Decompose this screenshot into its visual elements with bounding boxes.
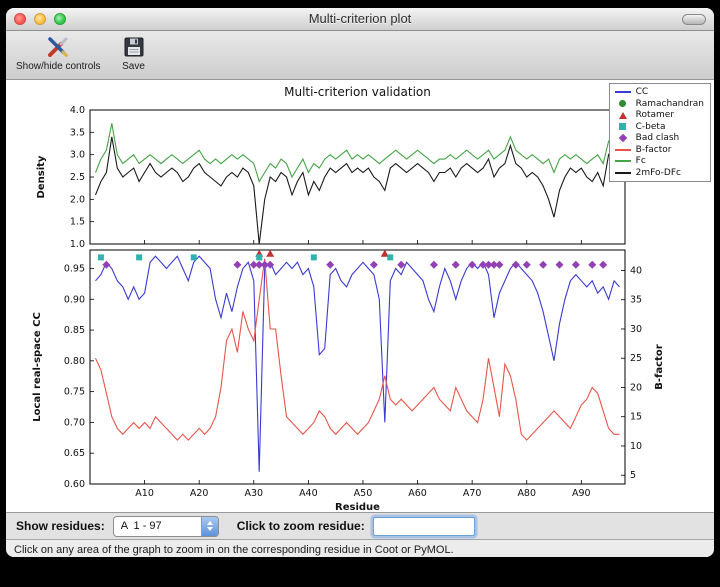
svg-text:Multi-criterion validation: Multi-criterion validation	[284, 85, 431, 99]
svg-text:2.0: 2.0	[70, 194, 85, 205]
svg-text:A80: A80	[517, 488, 536, 499]
crossed-tools-icon	[45, 34, 71, 60]
svg-text:Residue: Residue	[335, 502, 380, 512]
legend-item-cc: CC	[614, 87, 704, 98]
legend-label: Rotamer	[636, 110, 674, 120]
legend-marker-cell	[614, 100, 632, 107]
cc-line-icon	[615, 91, 631, 93]
stepper-arrows-icon	[201, 517, 218, 536]
svg-text:0.95: 0.95	[64, 263, 85, 274]
svg-text:35: 35	[630, 295, 642, 306]
svg-text:A10: A10	[135, 488, 154, 499]
svg-text:A40: A40	[299, 488, 318, 499]
legend-label: CC	[636, 87, 649, 97]
legend-item-rotamer: Rotamer	[614, 110, 704, 121]
svg-text:4.0: 4.0	[70, 105, 85, 116]
svg-text:25: 25	[630, 353, 642, 364]
chart-legend: CC Ramachandran Rotamer C-beta Bad clash…	[609, 83, 711, 182]
legend-label: Bad clash	[636, 133, 680, 143]
minimize-button[interactable]	[34, 13, 46, 25]
zoom-residue-label: Click to zoom residue:	[237, 519, 365, 533]
svg-text:0.60: 0.60	[64, 479, 85, 490]
status-bar: Click on any area of the graph to zoom i…	[6, 539, 714, 557]
svg-text:40: 40	[630, 265, 642, 276]
svg-text:10: 10	[630, 441, 642, 452]
fc-line-icon	[615, 160, 631, 162]
show-residues-select[interactable]: A 1 - 97	[113, 516, 219, 537]
save-floppy-icon	[121, 34, 147, 60]
cbeta-square-icon	[619, 123, 626, 130]
svg-text:A20: A20	[190, 488, 209, 499]
svg-text:2.5: 2.5	[70, 172, 85, 183]
toolbar-toggle-button[interactable]	[682, 14, 706, 25]
svg-text:1.5: 1.5	[70, 217, 85, 228]
app-window: Multi-criterion plot Show/hide controls …	[6, 8, 714, 557]
b-factor-line-icon	[615, 149, 631, 151]
legend-item-2mfo-dfc: 2mFo-DFc	[614, 168, 704, 179]
legend-marker-cell	[614, 172, 632, 174]
legend-item-fc: Fc	[614, 156, 704, 167]
svg-text:0.70: 0.70	[64, 417, 85, 428]
toolbar-button-label: Show/hide controls	[16, 61, 101, 72]
legend-item-cbeta: C-beta	[614, 122, 704, 133]
zoom-residue-input[interactable]	[373, 517, 475, 536]
svg-text:3.5: 3.5	[70, 127, 85, 138]
toolbar-button-label: Save	[122, 61, 145, 72]
legend-marker-cell	[614, 91, 632, 93]
svg-text:Local real-space CC: Local real-space CC	[32, 312, 43, 422]
legend-marker-cell	[614, 112, 632, 119]
svg-text:3.0: 3.0	[70, 150, 85, 161]
legend-label: Ramachandran	[636, 99, 704, 109]
svg-text:1.0: 1.0	[70, 239, 85, 250]
svg-text:0.75: 0.75	[64, 387, 85, 398]
window-title: Multi-criterion plot	[6, 8, 714, 30]
rotamer-triangle-icon	[619, 112, 627, 119]
traffic-lights	[14, 13, 66, 25]
legend-label: 2mFo-DFc	[636, 168, 681, 178]
svg-text:A90: A90	[572, 488, 591, 499]
legend-marker-cell	[614, 123, 632, 130]
svg-text:A50: A50	[354, 488, 373, 499]
status-text: Click on any area of the graph to zoom i…	[14, 544, 454, 556]
zoom-button[interactable]	[54, 13, 66, 25]
show-residues-label: Show residues:	[16, 519, 105, 533]
legend-marker-cell	[614, 149, 632, 151]
svg-text:A30: A30	[244, 488, 263, 499]
2mfo-dfc-line-icon	[615, 172, 631, 174]
legend-item-bad-clash: Bad clash	[614, 133, 704, 144]
close-button[interactable]	[14, 13, 26, 25]
legend-label: Fc	[636, 156, 646, 166]
legend-item-ramachandran: Ramachandran	[614, 99, 704, 110]
selected-residue-range: A 1 - 97	[114, 517, 201, 536]
svg-text:B-factor: B-factor	[654, 344, 665, 389]
svg-text:0.65: 0.65	[64, 448, 85, 459]
svg-text:15: 15	[630, 412, 642, 423]
save-button[interactable]: Save	[121, 34, 147, 72]
svg-text:20: 20	[630, 382, 642, 393]
svg-text:5: 5	[630, 470, 636, 481]
legend-marker-cell	[614, 160, 632, 162]
controls-bar: Show residues: A 1 - 97 Click to zoom re…	[6, 512, 714, 539]
legend-marker-cell	[614, 135, 632, 141]
svg-text:0.85: 0.85	[64, 325, 85, 336]
ramachandran-circle-icon	[619, 100, 626, 107]
svg-text:30: 30	[630, 324, 642, 335]
svg-text:0.90: 0.90	[64, 294, 85, 305]
legend-label: B-factor	[636, 145, 672, 155]
show-hide-controls-button[interactable]: Show/hide controls	[16, 34, 101, 72]
plot-area: Multi-criterion validation 1.0 1.5 2.0 2.5 3.…	[6, 80, 714, 512]
svg-text:A60: A60	[408, 488, 427, 499]
bad-clash-diamond-icon	[618, 134, 626, 142]
svg-text:0.80: 0.80	[64, 356, 85, 367]
svg-text:A70: A70	[463, 488, 482, 499]
title-bar[interactable]: Multi-criterion plot	[6, 8, 714, 31]
toolbar: Show/hide controls Save	[6, 31, 714, 80]
multi-criterion-chart[interactable]: Multi-criterion validation 1.0 1.5 2.0 2.5 3.…	[10, 80, 710, 512]
svg-text:Density: Density	[36, 155, 47, 198]
legend-label: C-beta	[636, 122, 666, 132]
legend-item-b-factor: B-factor	[614, 145, 704, 156]
